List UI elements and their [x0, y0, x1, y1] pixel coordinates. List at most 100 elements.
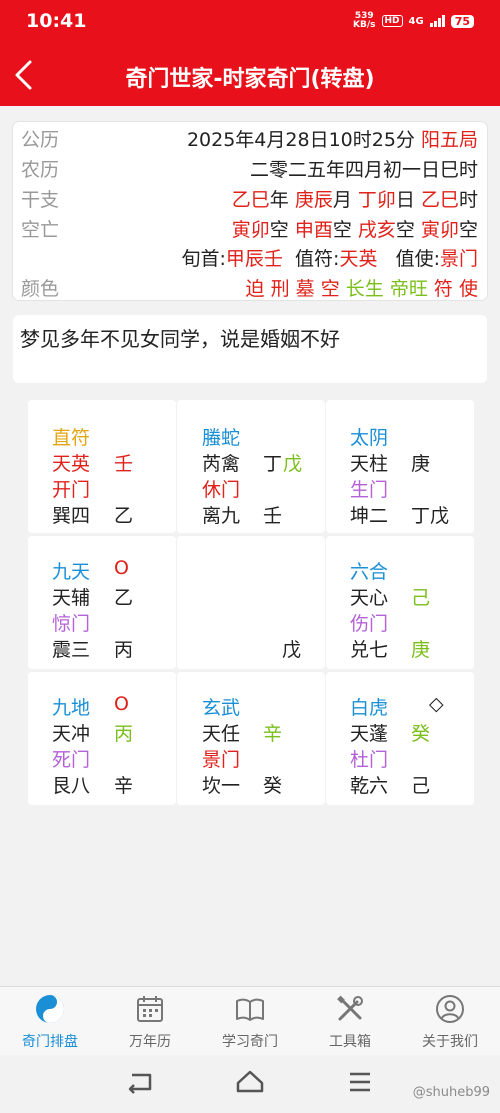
zhifu-value: 天英	[339, 248, 378, 270]
status-icons: 539 KB/s HD 4G 75	[353, 12, 474, 30]
nav-item-learn[interactable]: 学习奇门	[200, 987, 300, 1055]
kongwang-year: 寅卯	[231, 219, 270, 241]
system-menu-button[interactable]	[340, 1067, 380, 1097]
ganzhi-hour: 乙巳	[420, 189, 459, 211]
star-stem: 癸	[411, 723, 431, 745]
earth-stem: 癸	[263, 775, 283, 797]
gongli-label: 公历	[21, 129, 60, 151]
palace-kan[interactable]: 玄武 天任 辛 景门 坎一 癸	[177, 672, 325, 805]
star-label: 天心	[350, 587, 389, 609]
system-home-button[interactable]	[230, 1067, 270, 1097]
star-label: 天任	[202, 723, 241, 745]
star-label: 天蓬	[350, 723, 389, 745]
earth-stem: 辛	[114, 775, 134, 797]
xunshou-label: 旬首:	[181, 248, 226, 270]
status-time: 10:41	[26, 10, 87, 32]
star-stem: 丁	[263, 453, 283, 475]
system-nav-bar: @shuheb99	[0, 1055, 500, 1113]
star-stem: 庚	[411, 453, 431, 475]
battery-icon: 75	[450, 14, 474, 28]
calendar-icon	[137, 996, 163, 1022]
palace-center[interactable]: 戊	[177, 536, 325, 669]
color-legend-row: 颜色 迫 刑 墓 空 长生 帝旺 符 使	[13, 274, 487, 304]
book-icon	[236, 998, 264, 1021]
earth-stem: 丙	[114, 639, 134, 661]
door-label: 惊门	[52, 613, 91, 635]
palace-name: 离九	[202, 505, 241, 527]
nav-label: 学习奇门	[222, 1034, 278, 1050]
palace-name: 坎一	[202, 775, 241, 797]
bottom-nav: 奇门排盘 万年历 学习奇门 工具箱 关于我们	[0, 986, 500, 1055]
god-label: 直符	[52, 427, 91, 449]
nongli-value: 二零二五年四月初一日巳时	[249, 159, 478, 181]
palace-gen[interactable]: 九地 O 天冲 丙 死门 艮八 辛	[28, 672, 176, 805]
nav-label: 奇门排盘	[22, 1034, 78, 1050]
kongwang-label: 空亡	[21, 219, 60, 241]
star-label: 天冲	[52, 723, 91, 745]
nav-item-qimen-paipan[interactable]: 奇门排盘	[0, 987, 100, 1055]
star-stem: 丙	[114, 723, 134, 745]
door-label: 死门	[52, 749, 91, 771]
status-bar: 10:41 539 KB/s HD 4G 75	[0, 0, 500, 44]
palace-kun[interactable]: 太阴 天柱 庚 生门 坤二 丁戊	[326, 400, 474, 533]
nongli-label: 农历	[21, 159, 60, 181]
earth-stem: 壬	[263, 505, 283, 527]
door-label: 杜门	[350, 749, 389, 771]
network-speed: 539 KB/s	[353, 11, 376, 30]
god-label: 九天	[52, 561, 91, 583]
star-stem: 辛	[263, 723, 283, 745]
network-type: 4G	[408, 15, 424, 27]
god-label: 六合	[350, 561, 389, 583]
question-box: 梦见多年不见女同学，说是婚姻不好	[13, 315, 487, 383]
door-label: 开门	[52, 479, 91, 501]
star-label: 天英	[52, 453, 91, 475]
god-label: 玄武	[202, 697, 241, 719]
earth-stem: 乙	[114, 505, 134, 527]
palace-name: 兑七	[350, 639, 389, 661]
door-label: 伤门	[350, 613, 389, 635]
palace-name: 巽四	[52, 505, 91, 527]
yin-yang-icon	[36, 995, 64, 1023]
system-back-button[interactable]	[120, 1067, 160, 1097]
palace-xun[interactable]: 直符 天英 壬 开门 巽四 乙	[28, 400, 176, 533]
nav-label: 关于我们	[422, 1034, 478, 1050]
nine-palace-grid: 直符 天英 壬 开门 巽四 乙 螣蛇 芮禽 丁 戊 休门 离九 壬 太阴 天柱 …	[24, 398, 476, 808]
palace-name: 艮八	[52, 775, 91, 797]
ganzhi-day: 丁卯	[357, 189, 396, 211]
maxing-mark: O	[114, 557, 129, 579]
palace-name: 坤二	[350, 505, 389, 527]
gongli-date: 2025年4月28日10时25分	[186, 129, 415, 151]
earth-stem: 丁戊	[411, 505, 450, 527]
palace-zhen[interactable]: 九天 O 天辅 乙 惊门 震三 丙	[28, 536, 176, 669]
god-label: 九地	[52, 697, 91, 719]
palace-dui[interactable]: 六合 天心 己 伤门 兑七 庚	[326, 536, 474, 669]
nav-item-calendar[interactable]: 万年历	[100, 987, 200, 1055]
tools-icon	[337, 995, 363, 1021]
diamond-mark: ◇	[429, 693, 444, 715]
door-label: 景门	[202, 749, 241, 771]
nav-label: 万年历	[129, 1034, 171, 1050]
signal-icon	[429, 15, 445, 27]
kongwang-day: 戌亥	[357, 219, 396, 241]
star-label: 天柱	[350, 453, 389, 475]
ganzhi-year: 乙巳	[231, 189, 270, 211]
palace-li[interactable]: 螣蛇 芮禽 丁 戊 休门 离九 壬	[177, 400, 325, 533]
nav-item-about[interactable]: 关于我们	[400, 987, 500, 1055]
palace-qian[interactable]: 白虎 ◇ 天蓬 癸 杜门 乾六 己	[326, 672, 474, 805]
user-icon	[436, 995, 464, 1023]
ju-number: 阳五局	[420, 129, 478, 151]
nav-item-toolbox[interactable]: 工具箱	[300, 987, 400, 1055]
kongwang-row: 空亡 寅卯空 申酉空 戌亥空 寅卯空	[13, 215, 487, 245]
gongli-row: 公历 2025年4月28日10时25分 阳五局	[13, 125, 487, 155]
ganzhi-row: 干支 乙巳年 庚辰月 丁卯日 乙巳时	[13, 185, 487, 215]
menu-icon	[350, 1072, 370, 1092]
legend-mu: 墓	[295, 278, 315, 300]
xunshou-row: 旬首:甲辰壬 值符:天英 值使:景门	[13, 244, 487, 274]
home-icon	[236, 1070, 264, 1093]
god-label: 太阴	[350, 427, 389, 449]
door-label: 休门	[202, 479, 241, 501]
hd-badge: HD	[381, 15, 403, 27]
legend-fu: 符	[433, 278, 453, 300]
star-label: 天辅	[52, 587, 91, 609]
color-label: 颜色	[21, 278, 60, 300]
